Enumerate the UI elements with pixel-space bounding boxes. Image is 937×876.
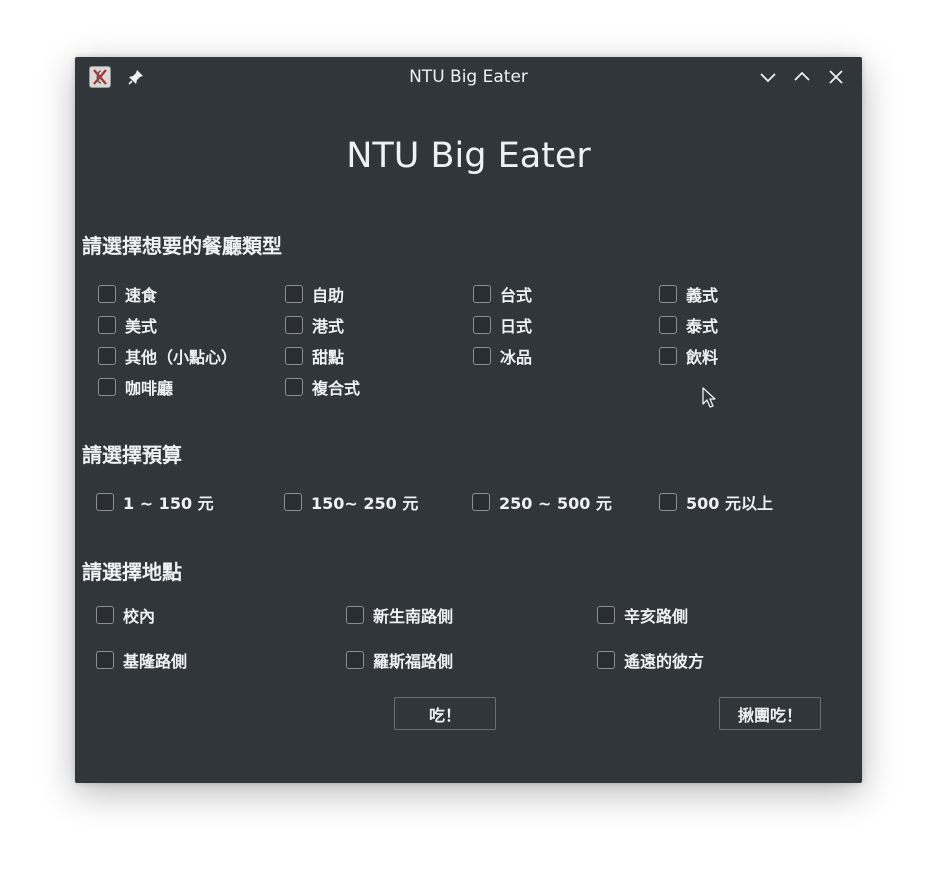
checkbox-box[interactable] [473, 316, 491, 334]
cuisine-checkbox-hongkong[interactable]: 港式 [285, 314, 344, 336]
cuisine-checkbox-american[interactable]: 美式 [98, 314, 157, 336]
checkbox-box[interactable] [98, 347, 116, 365]
checkbox-label: 150~ 250 元 [311, 494, 419, 513]
cuisine-checkbox-cafe[interactable]: 咖啡廳 [98, 376, 173, 398]
cuisine-checkbox-drinks[interactable]: 飲料 [659, 345, 718, 367]
checkbox-label: 500 元以上 [686, 494, 773, 513]
checkbox-box[interactable] [346, 606, 364, 624]
checkbox-label: 美式 [125, 317, 158, 336]
checkbox-box[interactable] [597, 651, 615, 669]
checkbox-box[interactable] [659, 347, 677, 365]
checkbox-label: 義式 [686, 286, 719, 305]
budget-section-title: 請選擇預算 [82, 443, 182, 467]
cuisine-checkbox-icecream[interactable]: 冰品 [473, 345, 532, 367]
location-section-title: 請選擇地點 [82, 560, 182, 584]
checkbox-box[interactable] [597, 606, 615, 624]
checkbox-box[interactable] [96, 651, 114, 669]
group-eat-button[interactable]: 揪團吃！ [719, 697, 821, 730]
location-checkbox-xinhai[interactable]: 辛亥路側 [597, 604, 688, 626]
cuisine-section-title: 請選擇想要的餐廳類型 [82, 234, 282, 258]
app-heading: NTU Big Eater [346, 136, 591, 176]
checkbox-box[interactable] [346, 651, 364, 669]
budget-checkbox-150-250[interactable]: 150~ 250 元 [284, 491, 418, 513]
checkbox-label: 冰品 [500, 348, 533, 367]
cuisine-checkbox-italian[interactable]: 義式 [659, 283, 718, 305]
checkbox-box[interactable] [473, 285, 491, 303]
checkbox-label: 校內 [123, 607, 156, 626]
close-icon [829, 70, 843, 84]
checkbox-label: 複合式 [312, 379, 361, 398]
app-window: NTU Big Eater NTU Big Eater 請選擇想要的餐廳類型 速… [75, 57, 862, 783]
checkbox-label: 辛亥路側 [624, 607, 689, 626]
checkbox-label: 港式 [312, 317, 345, 336]
close-button[interactable] [826, 67, 846, 87]
checkbox-label: 咖啡廳 [125, 379, 174, 398]
checkbox-box[interactable] [285, 378, 303, 396]
maximize-button[interactable] [792, 67, 812, 87]
location-checkbox-campus[interactable]: 校內 [96, 604, 155, 626]
checkbox-box[interactable] [285, 285, 303, 303]
cuisine-checkbox-fusion[interactable]: 複合式 [285, 376, 360, 398]
location-checkbox-far-away[interactable]: 遙遠的彼方 [597, 649, 704, 671]
location-checkbox-keelung[interactable]: 基隆路側 [96, 649, 187, 671]
checkbox-label: 250 ~ 500 元 [499, 494, 612, 513]
checkbox-label: 自助 [312, 286, 345, 305]
cuisine-checkbox-fastfood[interactable]: 速食 [98, 283, 157, 305]
checkbox-box[interactable] [98, 316, 116, 334]
checkbox-label: 速食 [125, 286, 158, 305]
checkbox-box[interactable] [96, 606, 114, 624]
checkbox-box[interactable] [285, 347, 303, 365]
budget-checkbox-250-500[interactable]: 250 ~ 500 元 [472, 491, 612, 513]
checkbox-label: 基隆路側 [123, 652, 188, 671]
chevron-down-icon [760, 73, 776, 83]
checkbox-label: 新生南路側 [373, 607, 454, 626]
checkbox-box[interactable] [659, 316, 677, 334]
cuisine-checkbox-buffet[interactable]: 自助 [285, 283, 344, 305]
checkbox-box[interactable] [98, 378, 116, 396]
cuisine-checkbox-thai[interactable]: 泰式 [659, 314, 718, 336]
checkbox-box[interactable] [473, 347, 491, 365]
checkbox-box[interactable] [96, 493, 114, 511]
budget-checkbox-1-150[interactable]: 1 ~ 150 元 [96, 491, 214, 513]
minimize-button[interactable] [758, 67, 778, 87]
cuisine-checkbox-dessert[interactable]: 甜點 [285, 345, 344, 367]
checkbox-box[interactable] [659, 285, 677, 303]
budget-checkbox-500-plus[interactable]: 500 元以上 [659, 491, 773, 513]
checkbox-box[interactable] [472, 493, 490, 511]
location-checkbox-roosevelt[interactable]: 羅斯福路側 [346, 649, 453, 671]
mouse-cursor-icon [702, 387, 718, 409]
checkbox-label: 台式 [500, 286, 533, 305]
chevron-up-icon [794, 71, 810, 81]
window-title: NTU Big Eater [409, 67, 528, 87]
checkbox-label: 甜點 [312, 348, 345, 367]
checkbox-box[interactable] [98, 285, 116, 303]
checkbox-box[interactable] [284, 493, 302, 511]
checkbox-label: 泰式 [686, 317, 719, 336]
cuisine-checkbox-japanese[interactable]: 日式 [473, 314, 532, 336]
eat-button[interactable]: 吃！ [394, 697, 496, 730]
checkbox-label: 其他（小點心） [125, 348, 238, 367]
checkbox-label: 遙遠的彼方 [624, 652, 705, 671]
checkbox-label: 日式 [500, 317, 533, 336]
cuisine-checkbox-taiwanese[interactable]: 台式 [473, 283, 532, 305]
checkbox-label: 飲料 [686, 348, 719, 367]
title-bar[interactable]: NTU Big Eater [75, 57, 862, 97]
checkbox-box[interactable] [285, 316, 303, 334]
checkbox-label: 1 ~ 150 元 [123, 494, 214, 513]
cuisine-checkbox-other-snacks[interactable]: 其他（小點心） [98, 345, 237, 367]
location-checkbox-xinsheng-south[interactable]: 新生南路側 [346, 604, 453, 626]
checkbox-label: 羅斯福路側 [373, 652, 454, 671]
checkbox-box[interactable] [659, 493, 677, 511]
